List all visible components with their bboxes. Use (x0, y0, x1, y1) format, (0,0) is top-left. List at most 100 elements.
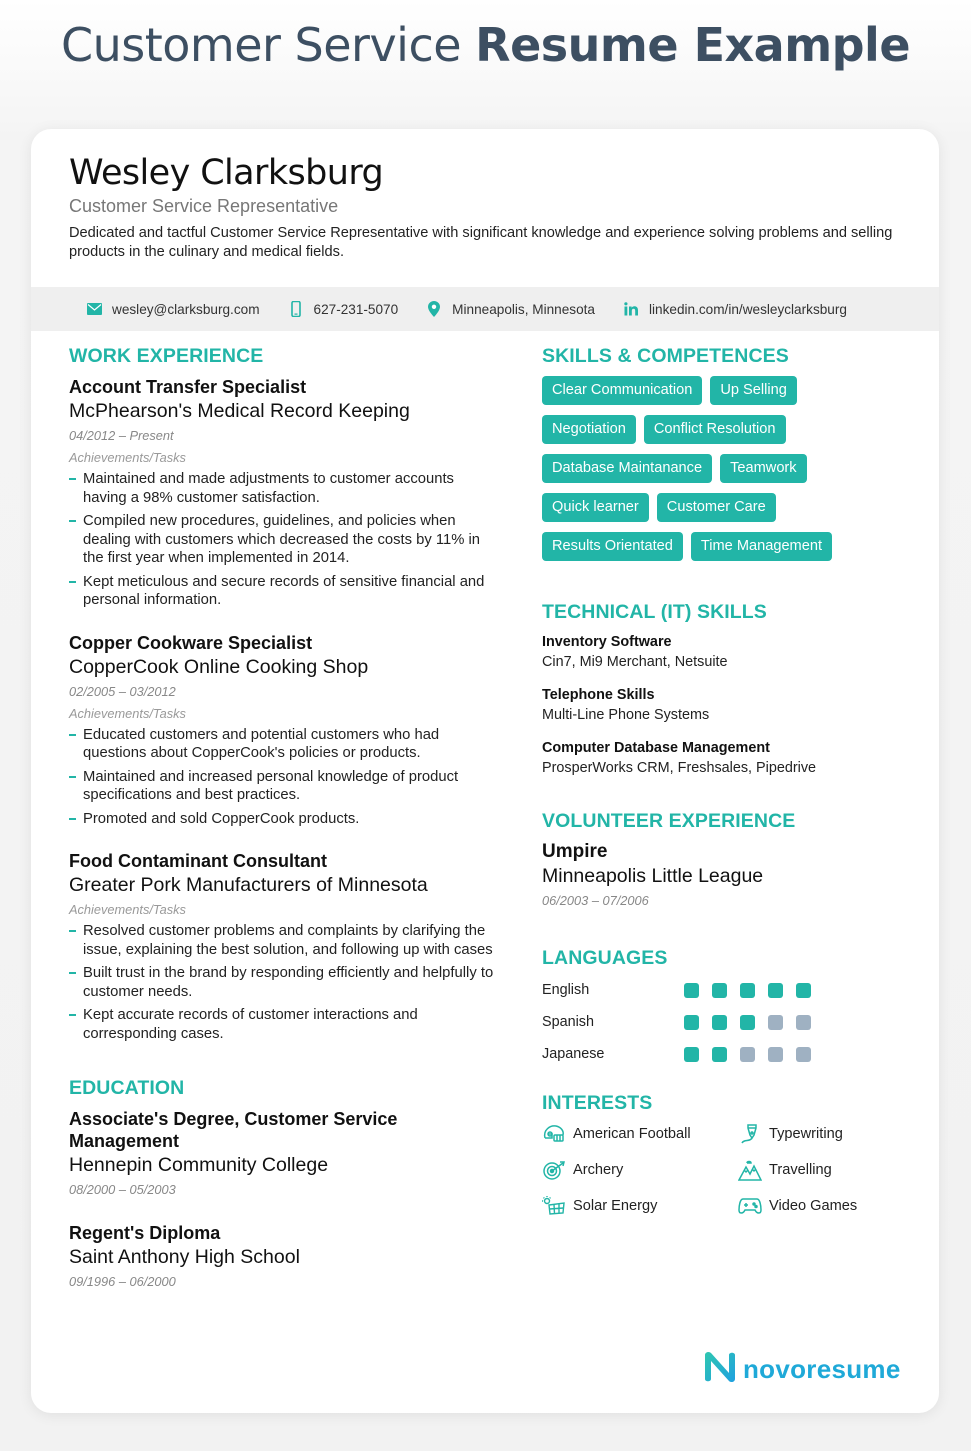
language-row: Spanish (542, 1006, 902, 1038)
skill-tag: Database Maintanance (542, 454, 713, 483)
contact-bar: wesley@clarksburg.com 627-231-5070 Minne… (31, 287, 939, 331)
interest-item: Video Games (738, 1195, 898, 1217)
job-title: Food Contaminant Consultant (69, 851, 327, 871)
resume-card: Wesley Clarksburg Customer Service Repre… (31, 129, 939, 1413)
interest-label: American Football (573, 1126, 691, 1142)
interest-item: Archery (542, 1159, 738, 1181)
interest-label: Video Games (769, 1198, 858, 1214)
achievement-text: Kept meticulous and secure records of se… (83, 573, 485, 609)
tech-skill-name: Inventory Software (542, 634, 672, 650)
language-row: English (542, 974, 902, 1006)
rating-dot-filled (684, 982, 699, 998)
achievement-item: Kept meticulous and secure records of se… (69, 573, 499, 610)
contact-phone-text: 627-231-5070 (313, 301, 399, 317)
interests-title: INTERESTS (542, 1092, 653, 1114)
contact-linkedin-text: linkedin.com/in/wesleyclarksburg (649, 301, 847, 317)
volunteer-role: Umpire (542, 841, 608, 862)
job-company: McPhearson's Medical Record Keeping (69, 400, 410, 422)
languages-title: LANGUAGES (542, 947, 668, 969)
left-column: WORK EXPERIENCE Account Transfer Special… (69, 345, 499, 1314)
rating-dot-empty (768, 1014, 783, 1030)
contact-email-text: wesley@clarksburg.com (112, 301, 260, 317)
page-heading-bold: Resume Example (475, 18, 911, 72)
skill-tag: Customer Care (656, 493, 776, 522)
dash-bullet-icon (69, 817, 76, 820)
tech-skill: Computer Database Management ProsperWork… (542, 738, 902, 778)
rating-dot-empty (768, 1046, 783, 1062)
tech-skill-value: Cin7, Mi9 Merchant, Netsuite (542, 654, 728, 670)
summary: Dedicated and tactful Customer Service R… (69, 225, 893, 260)
achievement-text: Maintained and made adjustments to custo… (83, 471, 454, 506)
achievements-list: Resolved customer problems and complaint… (69, 922, 499, 1043)
rating-dot-empty (796, 1014, 811, 1030)
dash-bullet-icon (69, 1014, 76, 1016)
interest-label: Typewriting (769, 1126, 843, 1142)
achievements-list: Maintained and made adjustments to custo… (69, 470, 499, 610)
dash-bullet-icon (69, 478, 76, 480)
novoresume-logo[interactable]: novoresume (703, 1351, 901, 1388)
achievement-item: Maintained and increased personal knowle… (69, 768, 499, 805)
interest-item: Typewriting (738, 1123, 898, 1145)
rating-dot-filled (712, 1014, 727, 1030)
education-school: Saint Anthony High School (69, 1246, 300, 1268)
volunteer-dates: 06/2003 – 07/2006 (542, 893, 649, 908)
education-degree: Associate's Degree, Customer Service Man… (69, 1109, 398, 1151)
skills-tags: Clear Communication Up Selling Negotiati… (542, 376, 882, 561)
rating-dot-filled (768, 982, 783, 998)
job-entry: Account Transfer Specialist McPhearson's… (69, 376, 499, 610)
rating-dot-filled (712, 982, 727, 998)
education-title: EDUCATION (69, 1077, 185, 1099)
dash-bullet-icon (69, 775, 76, 778)
education-school: Hennepin Community College (69, 1154, 329, 1176)
dash-bullet-icon (69, 930, 76, 932)
achievements-label: Achievements/Tasks (69, 705, 186, 721)
volunteer-title: VOLUNTEER EXPERIENCE (542, 810, 796, 832)
pen-nib-icon (738, 1123, 762, 1145)
solar-panel-icon (542, 1195, 566, 1217)
interest-label: Solar Energy (573, 1198, 658, 1214)
achievement-item: Educated customers and potential custome… (69, 726, 499, 763)
volunteer-entry: Umpire Minneapolis Little League 06/2003… (542, 841, 902, 911)
language-name: Japanese (542, 1046, 605, 1062)
skills-title: SKILLS & COMPETENCES (542, 345, 789, 367)
achievement-item: Built trust in the brand by responding e… (69, 964, 499, 1001)
tech-skill-name: Telephone Skills (542, 687, 655, 703)
candidate-name: Wesley Clarksburg (69, 153, 384, 193)
education-dates: 08/2000 – 05/2003 (69, 1182, 176, 1197)
rating-dot-filled (796, 982, 811, 998)
tech-skill-value: ProsperWorks CRM, Freshsales, Pipedrive (542, 760, 817, 776)
interest-label: Travelling (769, 1162, 832, 1178)
rating-dot-filled (684, 1014, 699, 1030)
dash-bullet-icon (69, 972, 76, 974)
achievement-text: Resolved customer problems and complaint… (83, 923, 493, 958)
dash-bullet-icon (69, 580, 76, 583)
contact-linkedin[interactable]: linkedin.com/in/wesleyclarksburg (623, 301, 847, 317)
interest-item: American Football (542, 1123, 738, 1145)
phone-icon (288, 301, 304, 317)
job-entry: Food Contaminant Consultant Greater Pork… (69, 850, 499, 1043)
rating-dot-empty (740, 1046, 755, 1062)
skill-tag: Quick learner (542, 493, 649, 522)
job-company: CopperCook Online Cooking Shop (69, 655, 369, 678)
novoresume-n-icon (703, 1351, 737, 1388)
language-row: Japanese (542, 1038, 902, 1070)
rating-dot-filled (684, 1046, 699, 1062)
contact-location: Minneapolis, Minnesota (426, 301, 595, 317)
languages-list: English Spanish Japanese (542, 974, 902, 1070)
interest-label: Archery (573, 1162, 624, 1178)
skill-tag: Results Orientated (542, 532, 683, 561)
achievement-text: Maintained and increased personal knowle… (83, 768, 459, 804)
contact-phone[interactable]: 627-231-5070 (288, 301, 399, 317)
achievement-text: Educated customers and potential custome… (83, 726, 440, 762)
rating-dot-filled (740, 982, 755, 998)
rating-dot-empty (796, 1046, 811, 1062)
work-experience-title: WORK EXPERIENCE (69, 345, 264, 367)
skill-tag: Negotiation (542, 415, 636, 444)
proficiency-rating (684, 1046, 811, 1062)
achievement-item: Promoted and sold CopperCook products. (69, 810, 499, 829)
location-pin-icon (426, 301, 442, 317)
candidate-role: Customer Service Representative (69, 196, 339, 216)
skill-tag: Conflict Resolution (643, 415, 786, 444)
achievements-label: Achievements/Tasks (69, 902, 186, 917)
contact-email[interactable]: wesley@clarksburg.com (86, 301, 260, 317)
